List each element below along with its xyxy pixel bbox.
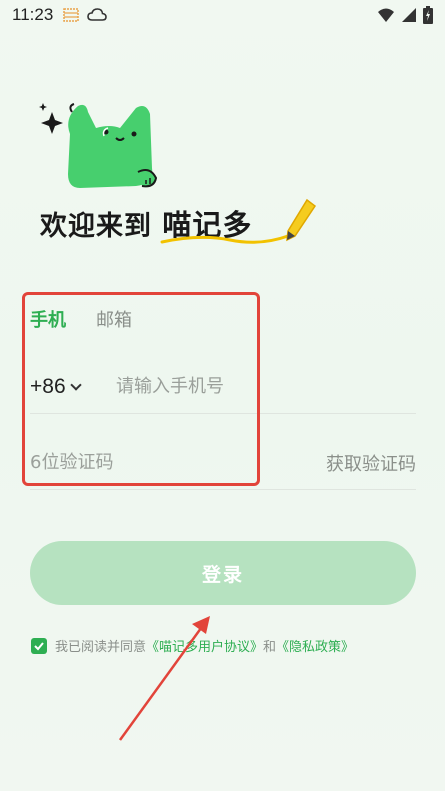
annotation-arrow: [118, 616, 210, 741]
cellular-signal-icon: [402, 8, 416, 22]
cloud-icon: [87, 8, 108, 21]
tab-phone[interactable]: 手机: [30, 306, 66, 332]
pencil-icon: [286, 198, 317, 242]
status-bar: 11:23: [0, 0, 445, 30]
status-icons-right: [377, 6, 433, 24]
chevron-down-icon: [69, 378, 82, 391]
status-icons-left: [63, 7, 108, 23]
green-cat-mascot: [68, 103, 158, 188]
tab-email[interactable]: 邮箱: [96, 306, 132, 332]
checkmark-icon: [34, 641, 44, 650]
phone-number-input[interactable]: [116, 376, 396, 397]
privacy-policy-link[interactable]: 《隐私政策》: [276, 636, 354, 655]
status-time: 11:23: [12, 5, 54, 24]
battery-icon: [423, 6, 433, 24]
wifi-icon: [378, 8, 394, 22]
get-code-button[interactable]: 获取验证码: [326, 450, 416, 476]
verification-code-input[interactable]: [30, 452, 230, 473]
login-method-tabs: 手机 邮箱: [30, 306, 132, 332]
calendar-grid-icon: [63, 8, 80, 22]
welcome-text: 欢迎来到: [40, 211, 152, 242]
login-button[interactable]: 登录: [30, 541, 416, 605]
agreement-checkbox[interactable]: [31, 637, 47, 654]
country-code-value: +86: [30, 374, 66, 398]
agreement-and: 和: [263, 640, 277, 655]
country-code-selector[interactable]: +86: [30, 375, 116, 399]
sparkle-icon: [39, 103, 63, 134]
verification-code-row: 获取验证码: [30, 436, 416, 490]
phone-input-row: +86: [30, 360, 416, 414]
brand-underline: [160, 234, 290, 244]
